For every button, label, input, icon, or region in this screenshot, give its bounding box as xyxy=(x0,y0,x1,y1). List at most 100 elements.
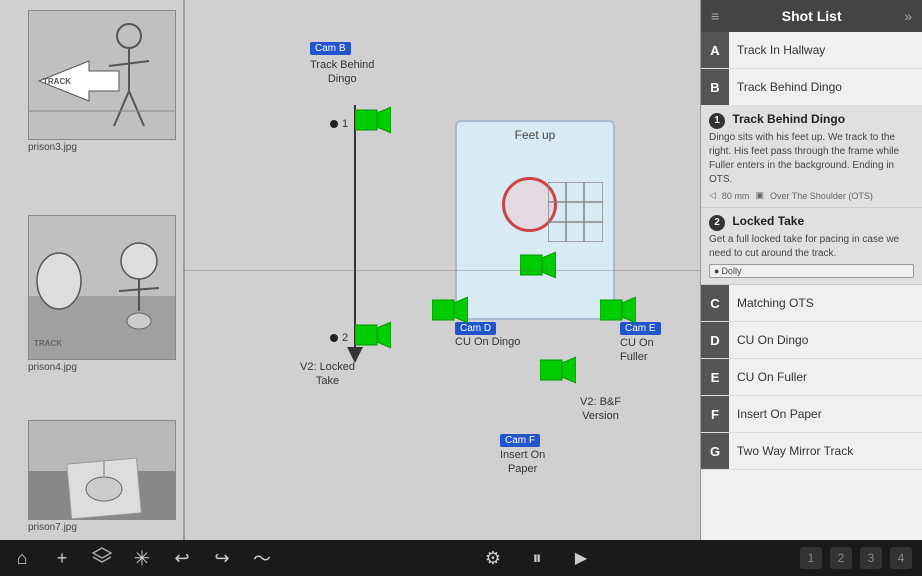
squiggle-icon[interactable]: 〜 xyxy=(250,545,274,571)
page-1-button[interactable]: 1 xyxy=(800,547,822,569)
storyboard-caption-1: prison3.jpg xyxy=(28,140,176,155)
page-4-button[interactable]: 4 xyxy=(890,547,912,569)
shot-label-b: Track Behind Dingo xyxy=(729,80,922,94)
cam-bottom-icon xyxy=(540,355,576,390)
cam-e-sublabel: CU OnFuller xyxy=(620,336,661,365)
storyboard-frame-2[interactable]: TRACK prison4.jpg xyxy=(28,215,176,375)
lens-value: 80 mm xyxy=(722,191,750,201)
shot-label-a: Track In Hallway xyxy=(729,43,922,57)
cam-2-icon xyxy=(355,320,391,355)
storyboard-frame-3[interactable]: prison7.jpg xyxy=(28,420,176,535)
cam-center-icon xyxy=(520,250,556,285)
point-1: 1 xyxy=(330,118,348,130)
point-2-dot xyxy=(330,334,338,342)
right-panel: ≡ Shot List » A Track In Hallway B Track… xyxy=(700,0,922,540)
toolbar-center-group: ⚙ ⏸ ▶ xyxy=(481,548,593,569)
shot-letter-d: D xyxy=(701,322,729,358)
feet-up-label: Feet up xyxy=(457,122,613,146)
sketch-art-2: TRACK xyxy=(29,216,176,360)
shot-row-g[interactable]: G Two Way Mirror Track xyxy=(701,433,922,470)
page-3-button[interactable]: 3 xyxy=(860,547,882,569)
shot-type-icon: ▣ xyxy=(755,190,764,201)
cam-e-icon xyxy=(600,295,636,330)
cam-b-sublabel: Track BehindDingo xyxy=(310,58,374,87)
cam-d-icon xyxy=(432,295,468,330)
lens-icon: ◁ xyxy=(709,190,716,201)
point-1-label: 1 xyxy=(342,118,348,130)
cam-b-badge: Cam B xyxy=(310,42,351,55)
storyboard-frame-1[interactable]: TRACK prison3.jpg xyxy=(28,10,176,155)
play-icon[interactable]: ▶ xyxy=(569,548,593,568)
shot-letter-a: A xyxy=(701,32,729,68)
panel-menu-icon: ≡ xyxy=(711,8,719,24)
detail-number-1: 1 xyxy=(709,113,725,129)
horizontal-line xyxy=(183,270,700,271)
sketch-art-3 xyxy=(29,421,176,520)
panel-title: Shot List xyxy=(719,8,904,24)
v2-locked-label: V2: LockedTake xyxy=(300,360,355,389)
shot-label-c: Matching OTS xyxy=(729,296,922,310)
detail-block-1: 1 Track Behind Dingo Dingo sits with his… xyxy=(701,106,922,208)
shot-label-g: Two Way Mirror Track xyxy=(729,444,922,458)
home-icon[interactable]: ⌂ xyxy=(10,548,34,569)
storyboard-caption-2: prison4.jpg xyxy=(28,360,176,375)
shot-list: A Track In Hallway B Track Behind Dingo … xyxy=(701,32,922,540)
shot-letter-f: F xyxy=(701,396,729,432)
cam-e-svg xyxy=(600,295,636,325)
point-2-label: 2 xyxy=(342,332,348,344)
v2-bf-label: V2: B&FVersion xyxy=(580,395,621,424)
shot-row-d[interactable]: D CU On Dingo xyxy=(701,322,922,359)
back-icon[interactable]: ↩ xyxy=(170,548,194,569)
asterisk-icon[interactable]: ✳ xyxy=(130,546,154,571)
shot-label-f: Insert On Paper xyxy=(729,407,922,421)
shot-row-f[interactable]: F Insert On Paper xyxy=(701,396,922,433)
puzzle-icon[interactable]: ⚙ xyxy=(481,548,505,569)
panel-header: ≡ Shot List » xyxy=(701,0,922,32)
forward-icon[interactable]: ↪ xyxy=(210,548,234,569)
cam-d-svg xyxy=(432,295,468,325)
cam-d-sublabel: CU On Dingo xyxy=(455,336,520,348)
dolly-tag: ● Dolly xyxy=(709,264,914,278)
layers-svg xyxy=(92,547,112,565)
scene-box: Feet up xyxy=(455,120,615,320)
detail-block-2: 2 Locked Take Get a full locked take for… xyxy=(701,208,922,285)
shot-label-d: CU On Dingo xyxy=(729,333,922,347)
detail-title-1: 1 Track Behind Dingo xyxy=(709,112,914,129)
svg-text:TRACK: TRACK xyxy=(43,77,71,86)
sketch-art-1: TRACK xyxy=(29,11,176,140)
bottom-toolbar: ⌂ + ✳ ↩ ↪ 〜 ⚙ ⏸ ▶ 1 2 3 4 xyxy=(0,540,922,576)
page-2-button[interactable]: 2 xyxy=(830,547,852,569)
cam-2-svg xyxy=(355,320,391,350)
detail-meta-1: ◁ 80 mm ▣ Over The Shoulder (OTS) xyxy=(709,190,914,201)
toolbar-right-group: 1 2 3 4 xyxy=(800,547,912,569)
shot-letter-e: E xyxy=(701,359,729,395)
shot-row-e[interactable]: E CU On Fuller xyxy=(701,359,922,396)
cam-b-icon xyxy=(355,105,391,140)
point-2: 2 xyxy=(330,332,348,344)
shot-row-c[interactable]: C Matching OTS xyxy=(701,285,922,322)
shot-row-b[interactable]: B Track Behind Dingo xyxy=(701,69,922,106)
shot-letter-g: G xyxy=(701,433,729,469)
dolly-icon: ● xyxy=(714,266,719,276)
svg-text:TRACK: TRACK xyxy=(34,339,62,348)
main-area: TRACK prison3.jpg TRACK xyxy=(0,0,700,540)
grid-object xyxy=(548,182,603,242)
cam-f-sublabel: Insert OnPaper xyxy=(500,448,545,477)
cam-f-badge: Cam F xyxy=(500,434,540,447)
cam-b-label-box: Cam B Track BehindDingo xyxy=(310,38,374,87)
detail-text-2: Get a full locked take for pacing in cas… xyxy=(709,233,914,261)
shot-row-a[interactable]: A Track In Hallway xyxy=(701,32,922,69)
panel-arrow-icon: » xyxy=(904,8,912,24)
add-icon[interactable]: + xyxy=(50,548,74,569)
detail-title-2: 2 Locked Take xyxy=(709,214,914,231)
layers-icon[interactable] xyxy=(90,547,114,570)
cam-f-group: Cam F Insert OnPaper xyxy=(500,430,545,477)
pause-icon[interactable]: ⏸ xyxy=(525,548,549,569)
shot-label-e: CU On Fuller xyxy=(729,370,922,384)
detail-number-2: 2 xyxy=(709,215,725,231)
dolly-label: Dolly xyxy=(721,266,741,276)
cam-bottom-svg xyxy=(540,355,576,385)
cam-center-svg xyxy=(520,250,556,280)
shot-letter-b: B xyxy=(701,69,729,105)
detail-text-1: Dingo sits with his feet up. We track to… xyxy=(709,131,914,187)
